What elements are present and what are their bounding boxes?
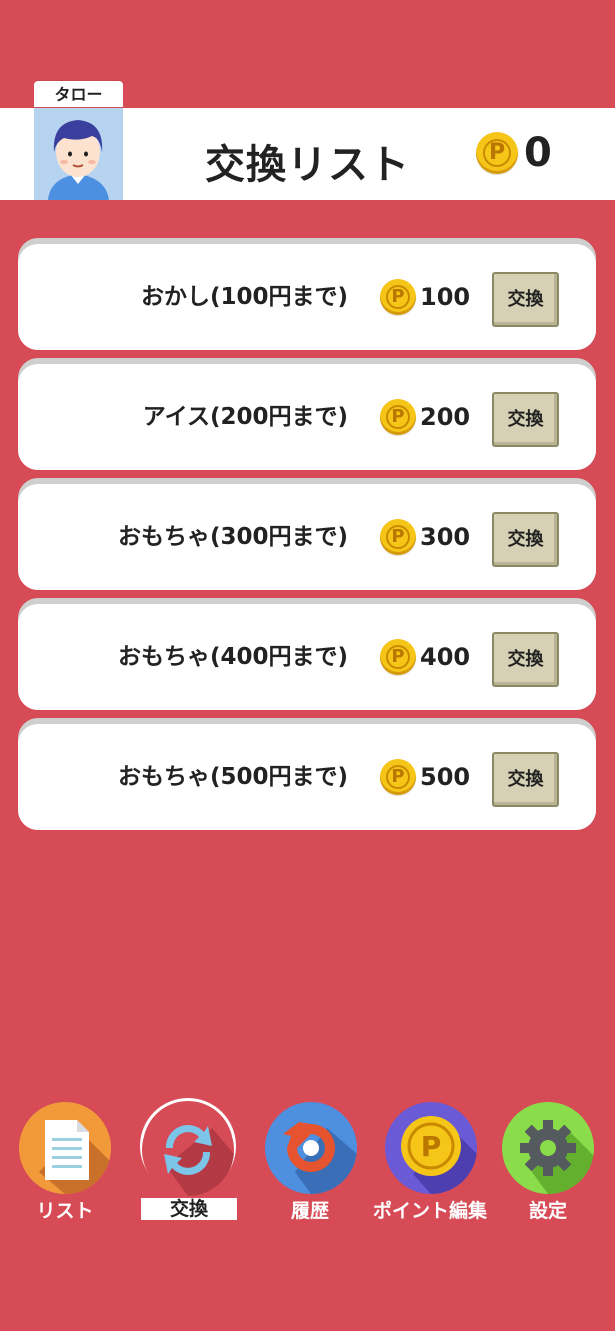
tab-settings-label: 設定 [528, 1200, 567, 1222]
boy-avatar-icon [34, 108, 123, 200]
reward-name: おもちゃ(400円まで) [117, 644, 348, 670]
tab-point-edit-label: ポイント編集 [372, 1200, 487, 1222]
reward-cost: P 100 [380, 244, 470, 350]
tab-list-label: リスト [36, 1200, 94, 1222]
reward-name: おかし(100円まで) [140, 284, 348, 310]
reward-cost: P 400 [380, 604, 470, 710]
reward-name: アイス(200円まで) [142, 404, 348, 430]
tab-settings[interactable]: 設定 [488, 1098, 608, 1228]
bottom-tab-bar: リスト 交換 履歴 P ポイント編集 設定 [0, 1098, 615, 1228]
user-name-tag: タロー [34, 81, 123, 107]
tab-list[interactable]: リスト [5, 1098, 125, 1228]
svg-text:P: P [421, 1130, 442, 1163]
tab-history[interactable]: 履歴 [250, 1098, 370, 1228]
reward-card: アイス(200円まで) P 200 交換 [18, 358, 596, 470]
points-balance: P 0 [476, 130, 552, 176]
exchange-button[interactable]: 交換 [492, 512, 559, 567]
exchange-button[interactable]: 交換 [492, 752, 559, 807]
tab-exchange[interactable]: 交換 [121, 1098, 241, 1228]
reward-list: おかし(100円まで) P 100 交換 アイス(200円まで) P 200 交… [18, 238, 596, 838]
reward-cost-value: 100 [420, 283, 471, 311]
reward-name: おもちゃ(500円まで) [117, 764, 348, 790]
reward-cost: P 200 [380, 364, 470, 470]
gear-icon [502, 1102, 594, 1194]
reward-cost-value: 300 [420, 523, 471, 551]
reward-cost: P 300 [380, 484, 470, 590]
reward-cost-value: 500 [420, 763, 471, 791]
coin-icon: P [380, 639, 416, 675]
exchange-button[interactable]: 交換 [492, 392, 559, 447]
coin-icon: P [380, 759, 416, 795]
reward-cost-value: 200 [420, 403, 471, 431]
reward-card: おもちゃ(300円まで) P 300 交換 [18, 478, 596, 590]
coin-icon: P [380, 399, 416, 435]
history-arrow-icon [265, 1102, 357, 1194]
exchange-button[interactable]: 交換 [492, 632, 559, 687]
reward-cost-value: 400 [420, 643, 471, 671]
reward-card: おかし(100円まで) P 100 交換 [18, 238, 596, 350]
reward-cost: P 500 [380, 724, 470, 830]
reward-name: おもちゃ(300円まで) [117, 524, 348, 550]
points-value: 0 [524, 130, 552, 176]
avatar[interactable] [34, 108, 123, 200]
coin-icon: P [476, 132, 518, 174]
document-icon [19, 1102, 111, 1194]
exchange-button[interactable]: 交換 [492, 272, 559, 327]
tab-history-label: 履歴 [290, 1200, 329, 1222]
reward-card: おもちゃ(500円まで) P 500 交換 [18, 718, 596, 830]
exchange-arrows-icon [142, 1104, 234, 1196]
coin-icon: P [385, 1102, 477, 1194]
tab-exchange-label: 交換 [141, 1198, 237, 1220]
reward-card: おもちゃ(400円まで) P 400 交換 [18, 598, 596, 710]
tab-point-edit[interactable]: P ポイント編集 [370, 1098, 490, 1228]
coin-icon: P [380, 279, 416, 315]
coin-icon: P [380, 519, 416, 555]
